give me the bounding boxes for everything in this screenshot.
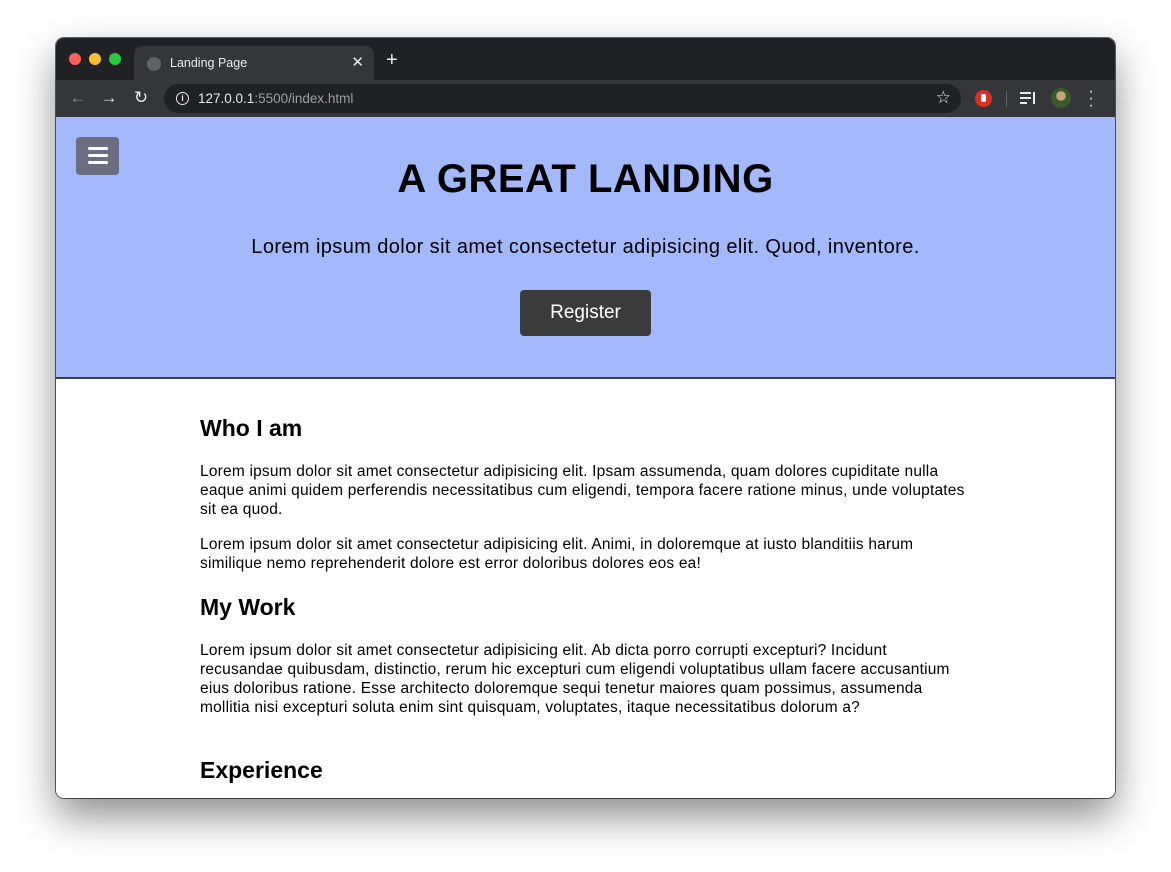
browser-window: Landing Page ✕ + ← → ↻ i 127.0.0.1:5500/… <box>56 38 1115 798</box>
maximize-window-button[interactable] <box>109 53 121 65</box>
work-paragraph: Lorem ipsum dolor sit amet consectetur a… <box>200 642 950 716</box>
new-tab-button[interactable]: + <box>386 50 398 70</box>
hero-title: A GREAT LANDING <box>397 157 774 201</box>
who-paragraph-2: Lorem ipsum dolor sit amet consectetur a… <box>200 536 914 572</box>
close-window-button[interactable] <box>69 53 81 65</box>
register-button[interactable]: Register <box>520 290 651 336</box>
hero-section: A GREAT LANDING Lorem ipsum dolor sit am… <box>56 117 1115 379</box>
minimize-window-button[interactable] <box>89 53 101 65</box>
my-work-heading: My Work <box>200 594 296 620</box>
url-path: :5500/index.html <box>254 91 354 106</box>
who-i-am-heading: Who I am <box>200 415 303 441</box>
toolbar-divider <box>1006 91 1007 107</box>
hero-subtitle: Lorem ipsum dolor sit amet consectetur a… <box>251 236 920 258</box>
info-icon[interactable]: i <box>176 92 189 105</box>
menu-kebab-icon[interactable]: · · · <box>1088 84 1094 114</box>
address-bar[interactable]: i 127.0.0.1:5500/index.html ☆ <box>164 84 961 113</box>
profile-avatar[interactable] <box>1051 88 1071 108</box>
tab-title: Landing Page <box>170 56 248 70</box>
globe-icon <box>147 57 161 71</box>
url-text[interactable]: 127.0.0.1:5500/index.html <box>198 91 353 106</box>
who-paragraph-1: Lorem ipsum dolor sit amet consectetur a… <box>200 463 965 518</box>
extension-icon[interactable] <box>975 90 992 107</box>
reload-icon[interactable]: ↻ <box>131 88 151 108</box>
star-icon[interactable]: ☆ <box>936 88 951 108</box>
experience-heading: Experience <box>200 757 323 783</box>
media-control-icon[interactable] <box>1020 90 1036 106</box>
tab-strip: Landing Page ✕ + <box>56 38 1115 80</box>
close-tab-icon[interactable]: ✕ <box>351 53 364 73</box>
tab-landing-page[interactable]: Landing Page ✕ <box>134 46 374 80</box>
browser-toolbar: ← → ↻ i 127.0.0.1:5500/index.html ☆ · · · <box>56 80 1115 117</box>
page-viewport: A GREAT LANDING Lorem ipsum dolor sit am… <box>56 117 1115 798</box>
back-arrow-icon[interactable]: ← <box>68 88 88 108</box>
url-host: 127.0.0.1 <box>198 91 255 106</box>
forward-arrow-icon[interactable]: → <box>99 88 119 108</box>
